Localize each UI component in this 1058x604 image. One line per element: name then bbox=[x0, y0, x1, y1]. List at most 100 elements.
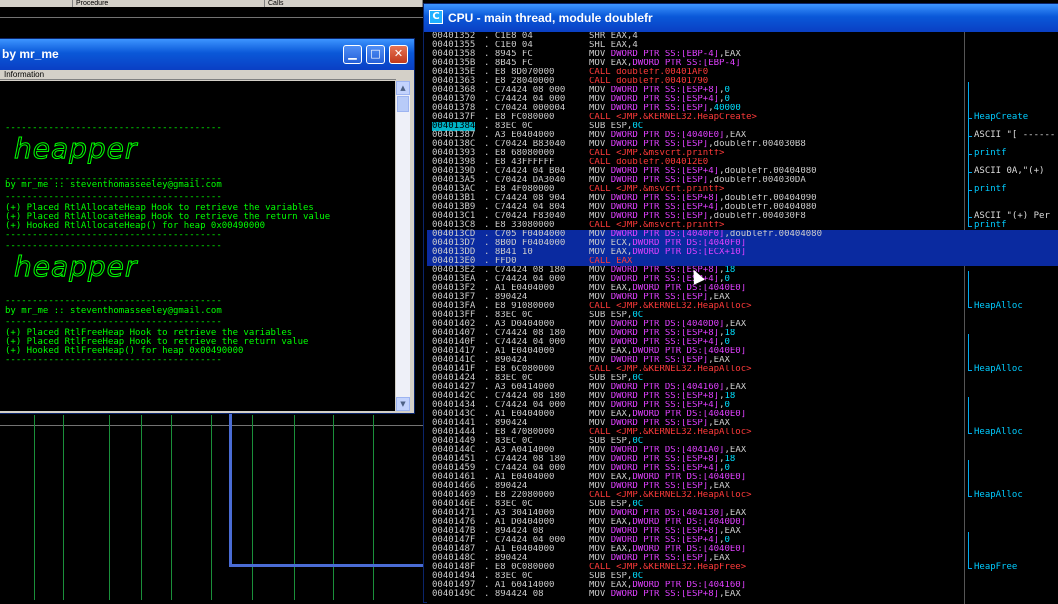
disasm-row[interactable]: 0040148F. E8 0C080000 CALL <JMP.&KERNEL32… bbox=[427, 563, 1058, 572]
comment-bracket bbox=[968, 532, 969, 568]
disasm-row[interactable]: 0040141F. E8 6C080000 CALL <JMP.&KERNEL32… bbox=[427, 365, 1058, 374]
cpu-window[interactable]: C CPU - main thread, module doublefr 004… bbox=[423, 3, 1058, 604]
disasm-row[interactable]: 00401476. A1 D0404000 MOV EAX,DWORD PTR D… bbox=[427, 518, 1058, 527]
disasm-row[interactable]: 004013B9. C74424 04 804 MOV DWORD PTR SS:… bbox=[427, 203, 1058, 212]
log-output[interactable]: ----------------------------------------… bbox=[0, 81, 395, 411]
disasm-row[interactable]: 0040146E. 83EC 0C SUB ESP,0C bbox=[427, 500, 1058, 509]
scroll-thumb[interactable] bbox=[397, 96, 409, 112]
disasm-row[interactable]: 004013C1. C70424 F83040 MOV DWORD PTR SS:… bbox=[427, 212, 1058, 221]
disasm-token: DWORD PTR SS:[ESP+4] bbox=[610, 401, 720, 410]
disasm-row[interactable]: 0040142C. C74424 08 180 MOV DWORD PTR SS:… bbox=[427, 392, 1058, 401]
disasm-row[interactable]: 00401363. E8 28040000 CALL doublefr.00401… bbox=[427, 77, 1058, 86]
disasm-row[interactable]: 004013CD. C705 F0404000 MOV DWORD PTR DS:… bbox=[427, 230, 1058, 239]
disasm-row[interactable]: 0040143C. A1 E0404000 MOV EAX,DWORD PTR D… bbox=[427, 410, 1058, 419]
disasm-row[interactable]: 0040141C. 890424 MOV DWORD PTR SS:[ESP],E… bbox=[427, 356, 1058, 365]
disasm-row[interactable]: 00401393. E8 68080000 CALL <JMP.&msvcrt.p… bbox=[427, 149, 1058, 158]
disasm-row[interactable]: 004013F7. 890424 MOV DWORD PTR SS:[ESP],E… bbox=[427, 293, 1058, 302]
disasm-row[interactable]: 00401407. C74424 08 180 MOV DWORD PTR SS:… bbox=[427, 329, 1058, 338]
disasm-row[interactable]: 00401441. 890424 MOV DWORD PTR SS:[ESP],E… bbox=[427, 419, 1058, 428]
hex-dump: . 890424 bbox=[484, 356, 528, 365]
disasm-row[interactable]: 0040139D. C74424 04 B04 MOV DWORD PTR SS:… bbox=[427, 167, 1058, 176]
disasm-row[interactable]: 00401370. C74424 04 000 MOV DWORD PTR SS:… bbox=[427, 95, 1058, 104]
disasm-row[interactable]: 00401427. A3 60414000 MOV DWORD PTR DS:[4… bbox=[427, 383, 1058, 392]
disasm-row[interactable]: 0040135E. E8 8D070000 CALL doublefr.00401… bbox=[427, 68, 1058, 77]
disasm-row[interactable]: 004013FF. 83EC 0C SUB ESP,0C bbox=[427, 311, 1058, 320]
disasm-token: CALL <JMP.&KERNEL32.HeapCreate> bbox=[589, 113, 757, 122]
disassembly: MOV DWORD PTR SS:[ESP+8],0 bbox=[589, 86, 964, 95]
grid-line bbox=[333, 415, 334, 600]
cpu-titlebar[interactable]: C CPU - main thread, module doublefr bbox=[424, 4, 1058, 32]
disasm-row[interactable]: 0040147B. 894424 08 MOV DWORD PTR SS:[ESP… bbox=[427, 527, 1058, 536]
disasm-row[interactable]: 00401466. 890424 MOV DWORD PTR SS:[ESP],E… bbox=[427, 482, 1058, 491]
disasm-row[interactable]: 00401461. A1 E0404000 MOV EAX,DWORD PTR D… bbox=[427, 473, 1058, 482]
disasm-token: DWORD PTR SS:[ESP+8] bbox=[610, 329, 720, 338]
disasm-row[interactable]: 00401469. E8 22080000 CALL <JMP.&KERNEL32… bbox=[427, 491, 1058, 500]
disasm-row[interactable]: 00401459. C74424 04 000 MOV DWORD PTR SS:… bbox=[427, 464, 1058, 473]
disasm-token: MOV bbox=[589, 338, 611, 347]
disasm-row[interactable]: 00401368. C74424 08 000 MOV DWORD PTR SS:… bbox=[427, 86, 1058, 95]
disasm-row[interactable]: 00401384. 83EC 0C SUB ESP,0C bbox=[427, 122, 1058, 131]
disasm-row[interactable]: 00401451. C74424 08 180 MOV DWORD PTR SS:… bbox=[427, 455, 1058, 464]
disasm-row[interactable]: 00401434. C74424 04 000 MOV DWORD PTR SS:… bbox=[427, 401, 1058, 410]
close-button[interactable]: ✕ bbox=[389, 45, 408, 64]
header-procedure[interactable]: Procedure bbox=[73, 0, 265, 7]
disasm-token: DWORD PTR SS:[ESP+8] bbox=[610, 266, 720, 275]
disasm-row[interactable]: 00401494. 83EC 0C SUB ESP,0C bbox=[427, 572, 1058, 581]
disasm-row[interactable]: 00401449. 83EC 0C SUB ESP,0C bbox=[427, 437, 1058, 446]
disasm-row[interactable]: 004013DD. 8B41 10 MOV EAX,DWORD PTR DS:[E… bbox=[427, 248, 1058, 257]
disasm-row[interactable]: 00401471. A3 30414000 MOV DWORD PTR DS:[4… bbox=[427, 509, 1058, 518]
disasm-row[interactable]: 004013A5. C70424 DA3040 MOV DWORD PTR SS:… bbox=[427, 176, 1058, 185]
disasm-row[interactable]: 00401424. 83EC 0C SUB ESP,0C bbox=[427, 374, 1058, 383]
disasm-token: MOV bbox=[589, 464, 611, 473]
header-calls[interactable]: Calls bbox=[265, 0, 423, 7]
hex-dump: . 8B41 10 bbox=[484, 248, 533, 257]
disasm-row[interactable]: 004013B1. C74424 08 904 MOV DWORD PTR SS:… bbox=[427, 194, 1058, 203]
log-window[interactable]: by mr_me ▁ □ ✕ Information -------------… bbox=[0, 38, 415, 414]
column-header-information[interactable]: Information bbox=[0, 70, 396, 80]
disasm-row[interactable]: 00401358. 8945 FC MOV DWORD PTR SS:[EBP-4… bbox=[427, 50, 1058, 59]
disasm-row[interactable]: 0040138C. C70424 B83040 MOV DWORD PTR SS:… bbox=[427, 140, 1058, 149]
disasm-row[interactable]: 0040149C . 894424 08 MOV DWORD PTR SS:[ESP… bbox=[427, 590, 1058, 599]
disasm-row[interactable]: 004013F2. A1 E0404000 MOV EAX,DWORD PTR D… bbox=[427, 284, 1058, 293]
disasm-row[interactable]: 00401355. C1E0 04 SHL EAX,4 bbox=[427, 41, 1058, 50]
disasm-row[interactable]: 0040137F. E8 FC080000 CALL <JMP.&KERNEL32… bbox=[427, 113, 1058, 122]
disasm-token: MOV bbox=[589, 482, 611, 491]
disasm-token: CALL doublefr.00401790 bbox=[589, 77, 709, 86]
disasm-row[interactable]: 004013EA. C74424 04 000 MOV DWORD PTR SS:… bbox=[427, 275, 1058, 284]
disasm-row[interactable]: 00401352. C1E8 04 SHR EAX,4 bbox=[427, 32, 1058, 41]
hex-dump: . C70424 000004 bbox=[484, 104, 566, 113]
disasm-row[interactable]: 00401398. E8 43FFFFFF CALL doublefr.00401… bbox=[427, 158, 1058, 167]
log-line: ---------------------------------------- bbox=[5, 296, 222, 306]
disasm-token: 0 bbox=[724, 275, 730, 284]
hex-dump: . 890424 bbox=[484, 293, 528, 302]
minimize-button[interactable]: ▁ bbox=[343, 45, 362, 64]
disasm-row[interactable]: 0040140F. C74424 04 000 MOV DWORD PTR SS:… bbox=[427, 338, 1058, 347]
disasm-row[interactable]: 004013D7. 8B0D F0404000 MOV ECX,DWORD PTR… bbox=[427, 239, 1058, 248]
disasm-row[interactable]: 004013E2. C74424 08 180 MOV DWORD PTR SS:… bbox=[427, 266, 1058, 275]
scroll-down-button[interactable]: ▼ bbox=[396, 397, 410, 411]
disasm-row[interactable]: 0040144C. A3 A0414000 MOV DWORD PTR DS:[4… bbox=[427, 446, 1058, 455]
disasm-row[interactable]: 0040147F. C74424 04 000 MOV DWORD PTR SS:… bbox=[427, 536, 1058, 545]
disasm-row[interactable]: 00401402. A3 D0404000 MOV DWORD PTR DS:[4… bbox=[427, 320, 1058, 329]
disasm-row[interactable]: 00401487. A1 E0404000 MOV EAX,DWORD PTR D… bbox=[427, 545, 1058, 554]
hex-dump: . 83EC 0C bbox=[484, 437, 533, 446]
disassembly: MOV DWORD PTR SS:[ESP+8],EAX bbox=[589, 590, 964, 599]
disasm-row[interactable]: 00401444. E8 47080000 CALL <JMP.&KERNEL32… bbox=[427, 428, 1058, 437]
disasm-row[interactable]: 00401497. A1 60414000 MOV EAX,DWORD PTR D… bbox=[427, 581, 1058, 590]
disassembly: MOV EAX,DWORD PTR DS:[ECX+10] bbox=[589, 248, 964, 257]
disasm-row[interactable]: 00401378. C70424 000004 MOV DWORD PTR SS:… bbox=[427, 104, 1058, 113]
log-titlebar[interactable]: by mr_me ▁ □ ✕ bbox=[0, 39, 414, 70]
disasm-row[interactable]: 00401417. A1 E0404000 MOV EAX,DWORD PTR D… bbox=[427, 347, 1058, 356]
hex-dump: . C705 F0404000 bbox=[484, 230, 566, 239]
disasm-row[interactable]: 004013C8. E8 33080000 CALL <JMP.&msvcrt.p… bbox=[427, 221, 1058, 230]
maximize-button[interactable]: □ bbox=[366, 45, 385, 64]
disasm-row[interactable]: 0040148C. 890424 MOV DWORD PTR SS:[ESP],E… bbox=[427, 554, 1058, 563]
disasm-row[interactable]: 004013AC. E8 4F080000 CALL <JMP.&msvcrt.p… bbox=[427, 185, 1058, 194]
disasm-row[interactable]: 00401387. A3 E0404000 MOV DWORD PTR DS:[4… bbox=[427, 131, 1058, 140]
disasm-row[interactable]: 004013E0. FFD0 CALL EAX bbox=[427, 257, 1058, 266]
scroll-up-button[interactable]: ▲ bbox=[396, 81, 410, 95]
disassembly-pane[interactable]: 00401352. C1E8 04 SHR EAX,4 00401355. C1E0… bbox=[427, 32, 1058, 604]
disasm-row[interactable]: 0040135B. 8B45 FC MOV EAX,DWORD PTR SS:[E… bbox=[427, 59, 1058, 68]
vertical-scrollbar[interactable]: ▲ ▼ bbox=[396, 81, 410, 411]
disasm-row[interactable]: 004013FA. E8 91080000 CALL <JMP.&KERNEL32… bbox=[427, 302, 1058, 311]
